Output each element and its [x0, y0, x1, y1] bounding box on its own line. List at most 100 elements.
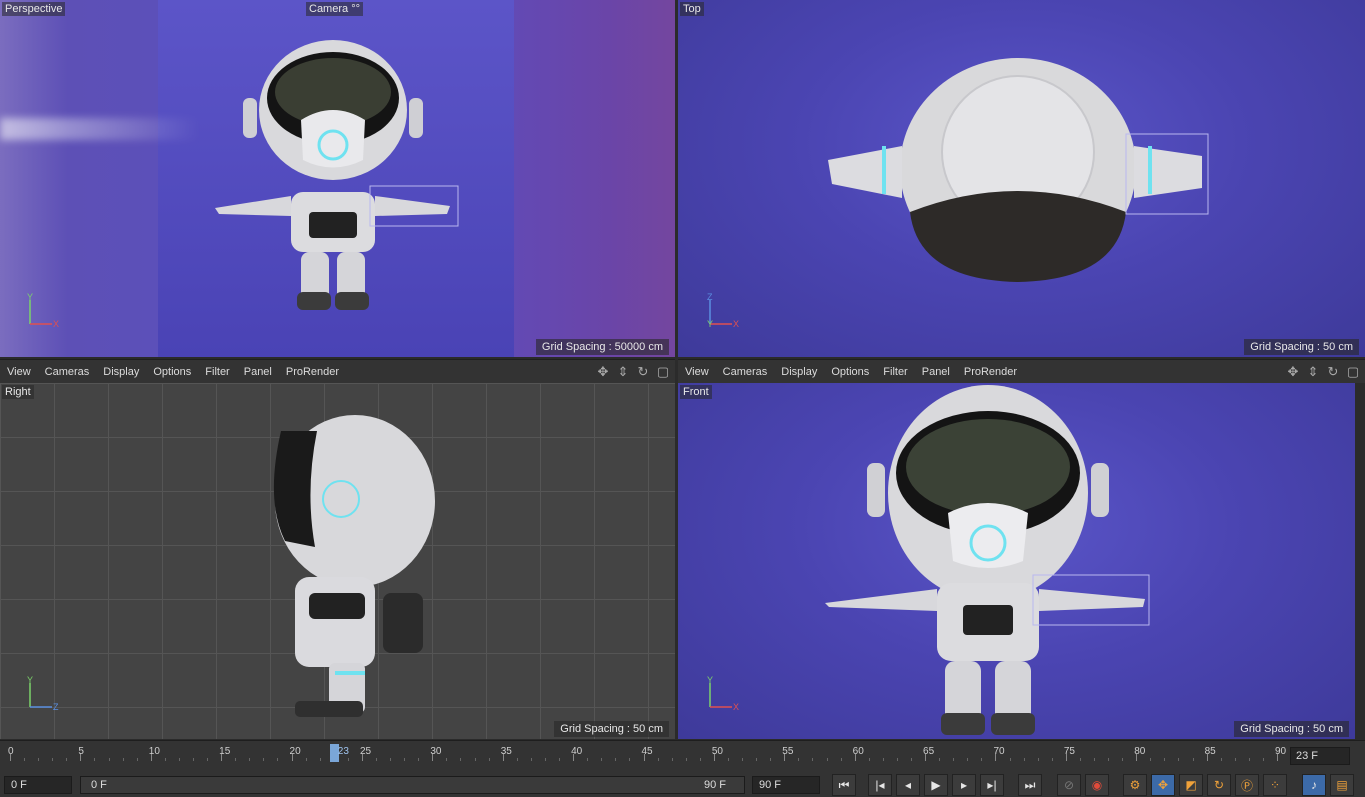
play-icon[interactable]: ▶	[924, 774, 948, 796]
next-frame-icon[interactable]: ▸	[952, 774, 976, 796]
ruler-tick	[1164, 758, 1166, 761]
ruler-tick	[981, 758, 983, 761]
ruler-tick	[24, 758, 26, 761]
timeline-ruler[interactable]: 0 5 10 15 20 25 30 35 40 45 50 55 60 65 70 75 80 85 90 23	[0, 741, 1290, 769]
parameter-key-icon[interactable]: Ⓟ	[1235, 774, 1259, 796]
previous-key-icon[interactable]: |◂	[868, 774, 892, 796]
ruler-tick	[1051, 758, 1053, 761]
sound-icon[interactable]: ♪	[1302, 774, 1326, 796]
menu-display[interactable]: Display	[774, 366, 824, 378]
dolly-view-icon[interactable]: ⇕	[1305, 364, 1321, 380]
viewport-label[interactable]: Front	[680, 385, 712, 399]
ruler-tick	[939, 758, 941, 761]
grid-spacing-readout: Grid Spacing : 50 cm	[554, 721, 669, 737]
ruler-tick	[967, 758, 969, 761]
ruler-tick	[1037, 758, 1039, 761]
go-to-end-icon[interactable]: ⏭	[1018, 774, 1042, 796]
menu-cameras[interactable]: Cameras	[716, 366, 775, 378]
axis-z-label: Z	[53, 702, 59, 712]
ruler-tick	[812, 758, 814, 761]
rotate-view-icon[interactable]: ↻	[635, 364, 651, 380]
ruler-tick	[136, 758, 138, 761]
ruler-tick	[474, 758, 476, 761]
keyframe-selection-icon[interactable]: ⚙	[1123, 774, 1147, 796]
ruler-tick	[559, 758, 561, 761]
menu-display[interactable]: Display	[96, 366, 146, 378]
ruler-tick	[38, 758, 40, 761]
menu-filter[interactable]: Filter	[198, 366, 236, 378]
ruler-tick-label: 0	[8, 746, 14, 757]
ruler-tick	[94, 758, 96, 761]
menu-panel[interactable]: Panel	[237, 366, 279, 378]
menu-filter[interactable]: Filter	[876, 366, 914, 378]
start-frame-field[interactable]: 0 F	[4, 776, 72, 794]
ruler-tick	[840, 758, 842, 761]
rotation-key-icon[interactable]: ↻	[1207, 774, 1231, 796]
ruler-tick	[671, 758, 673, 761]
move-view-icon[interactable]: ✥	[1285, 364, 1301, 380]
ruler-tick	[1009, 758, 1011, 761]
current-frame-field[interactable]: 23 F	[1290, 747, 1350, 765]
axis-x-label: X	[733, 319, 739, 329]
film-icon[interactable]: ▤	[1330, 774, 1354, 796]
axis-gizmo: Y X	[27, 292, 59, 329]
menu-view[interactable]: View	[678, 366, 716, 378]
camera-label[interactable]: Camera °°	[306, 2, 363, 16]
ruler-tick-label: 40	[571, 746, 583, 757]
next-key-icon[interactable]: ▸|	[980, 774, 1004, 796]
viewport-label[interactable]: Perspective	[2, 2, 66, 16]
ruler-tick	[629, 758, 631, 761]
preview-range-slider[interactable]: 0 F 90 F	[80, 776, 745, 794]
top-viewport[interactable]: Top Z Y X Grid Spacing : 50 cm	[678, 0, 1365, 357]
rotate-view-icon[interactable]: ↻	[1325, 364, 1341, 380]
robot-model-front	[825, 385, 1150, 735]
maximize-view-icon[interactable]: ▢	[1345, 364, 1361, 380]
timeline-panel: 0 5 10 15 20 25 30 35 40 45 50 55 60 65 70 75 80 85 90 23 2…	[0, 740, 1365, 797]
axis-gizmo: Y X	[707, 675, 739, 712]
menu-prorender[interactable]: ProRender	[279, 366, 346, 378]
position-key-icon[interactable]: ✥	[1151, 774, 1175, 796]
menu-prorender[interactable]: ProRender	[957, 366, 1024, 378]
ruler-tick-label: 65	[923, 746, 935, 757]
viewport-menubar-right: View Cameras Display Options Filter Pane…	[0, 359, 675, 383]
menu-options[interactable]: Options	[146, 366, 198, 378]
autokey-icon[interactable]: ◉	[1085, 774, 1109, 796]
viewport-label[interactable]: Top	[680, 2, 704, 16]
menu-panel[interactable]: Panel	[915, 366, 957, 378]
menu-view[interactable]: View	[0, 366, 38, 378]
grid-spacing-readout: Grid Spacing : 50000 cm	[535, 339, 669, 355]
ruler-tick-label: 30	[430, 746, 442, 757]
maximize-view-icon[interactable]: ▢	[655, 364, 671, 380]
menu-cameras[interactable]: Cameras	[38, 366, 97, 378]
previous-frame-icon[interactable]: ◂	[896, 774, 920, 796]
dolly-view-icon[interactable]: ⇕	[615, 364, 631, 380]
ruler-tick	[953, 758, 955, 761]
ruler-tick	[235, 758, 237, 761]
record-inactive-icon[interactable]: ⊘	[1057, 774, 1081, 796]
end-frame-field[interactable]: 90 F	[752, 776, 820, 794]
go-to-start-icon[interactable]: ⏮	[832, 774, 856, 796]
right-viewport[interactable]: Right Y Z Grid Spacing : 50 cm	[0, 383, 675, 739]
robot-model	[215, 40, 459, 310]
point-level-icon[interactable]: ⁘	[1263, 774, 1287, 796]
ruler-tick	[305, 758, 307, 761]
ruler-tick	[1248, 758, 1250, 761]
playhead-frame-label: 23	[337, 746, 349, 757]
light-flare	[0, 118, 200, 140]
move-view-icon[interactable]: ✥	[595, 364, 611, 380]
perspective-viewport[interactable]: Perspective Camera °° Y X Grid Spacing:…	[0, 0, 675, 357]
ruler-tick	[756, 758, 758, 761]
cinema4d-app: Perspective Camera °° Y X Grid Spacing:…	[0, 0, 1365, 797]
ruler-tick-label: 70	[993, 746, 1005, 757]
robot-model-side	[273, 415, 435, 717]
menu-options[interactable]: Options	[824, 366, 876, 378]
ruler-tick-label: 25	[359, 746, 372, 757]
scale-key-icon[interactable]: ◩	[1179, 774, 1203, 796]
ruler-tick	[657, 758, 659, 761]
viewport-label[interactable]: Right	[2, 385, 34, 399]
ruler-tick	[530, 758, 532, 761]
front-viewport[interactable]: Front Y X Grid Spacing : 50 cm	[678, 383, 1355, 739]
camera-icon: °°	[351, 3, 360, 15]
ruler-tick-label: 80	[1134, 746, 1146, 757]
axis-gizmo: Z Y X	[707, 292, 739, 329]
